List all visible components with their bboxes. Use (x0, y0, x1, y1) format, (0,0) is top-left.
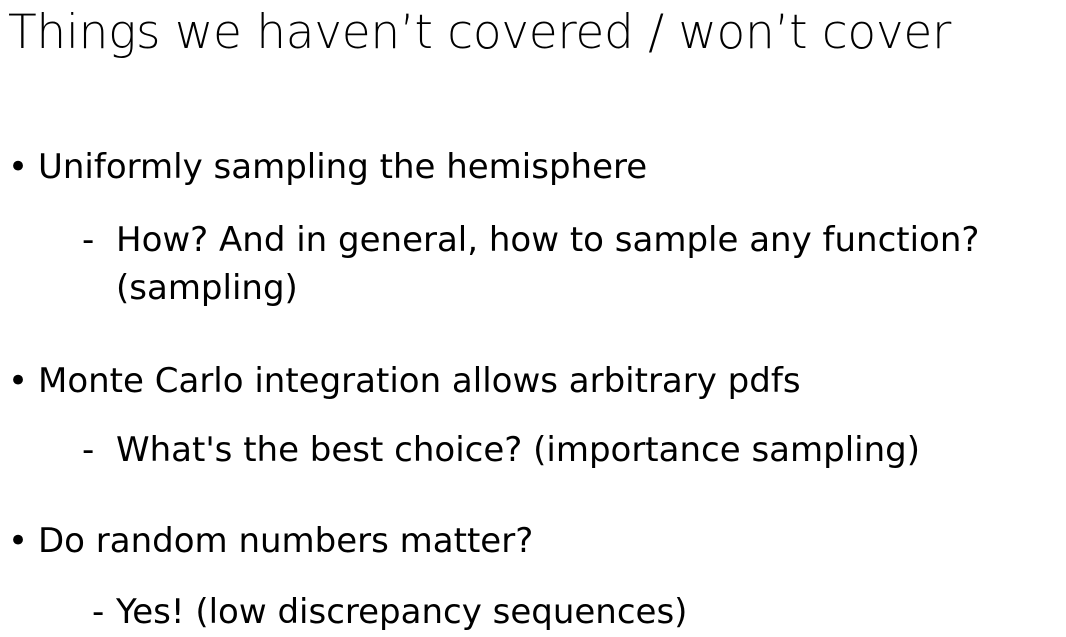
sub-bullet-item: - How? And in general, how to sample any … (82, 216, 979, 312)
sub-bullet-marker: - (82, 220, 95, 260)
sub-bullet-marker: - (82, 430, 95, 470)
sub-bullet-text: Yes! (low discrepancy sequences) (116, 592, 688, 632)
bullet-item: • Uniformly sampling the hemisphere (8, 145, 647, 189)
sub-bullet-marker: - (92, 592, 105, 632)
bullet-marker: • (8, 147, 29, 187)
bullet-marker: • (8, 521, 29, 561)
slide: Things we haven’t covered / won’t cover … (0, 0, 1066, 637)
slide-title: Things we haven’t covered / won’t cover (8, 5, 952, 60)
sub-bullet-continuation: (sampling) (116, 268, 298, 308)
bullet-text: Monte Carlo integration allows arbitrary… (38, 361, 801, 401)
bullet-text: Uniformly sampling the hemisphere (38, 147, 648, 187)
sub-bullet-item: - What's the best choice? (importance sam… (82, 426, 920, 474)
bullet-marker: • (8, 361, 29, 401)
bullet-item: • Monte Carlo integration allows arbitrar… (8, 359, 801, 403)
sub-bullet-text: What's the best choice? (importance samp… (116, 430, 920, 470)
sub-bullet-item: - Yes! (low discrepancy sequences) (92, 588, 687, 636)
sub-bullet-text: How? And in general, how to sample any f… (116, 220, 980, 260)
bullet-text: Do random numbers matter? (38, 521, 534, 561)
bullet-item: • Do random numbers matter? (8, 519, 533, 563)
